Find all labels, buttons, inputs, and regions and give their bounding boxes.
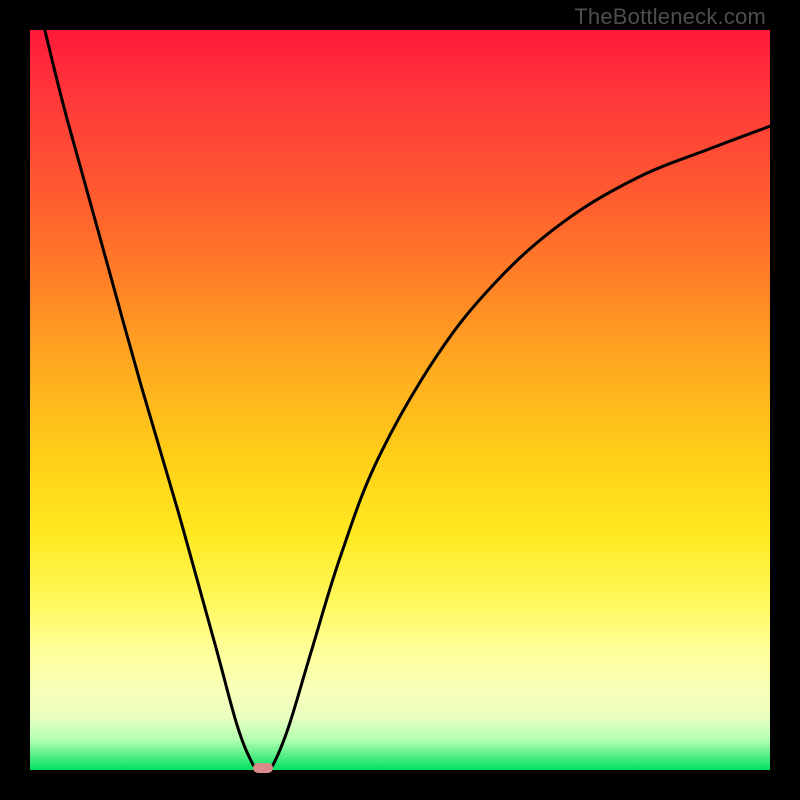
chart-frame: TheBottleneck.com	[0, 0, 800, 800]
bottleneck-curve	[45, 30, 770, 770]
optimum-marker	[253, 763, 273, 773]
watermark-text: TheBottleneck.com	[574, 4, 766, 30]
plot-area	[30, 30, 770, 770]
curve-svg	[30, 30, 770, 770]
